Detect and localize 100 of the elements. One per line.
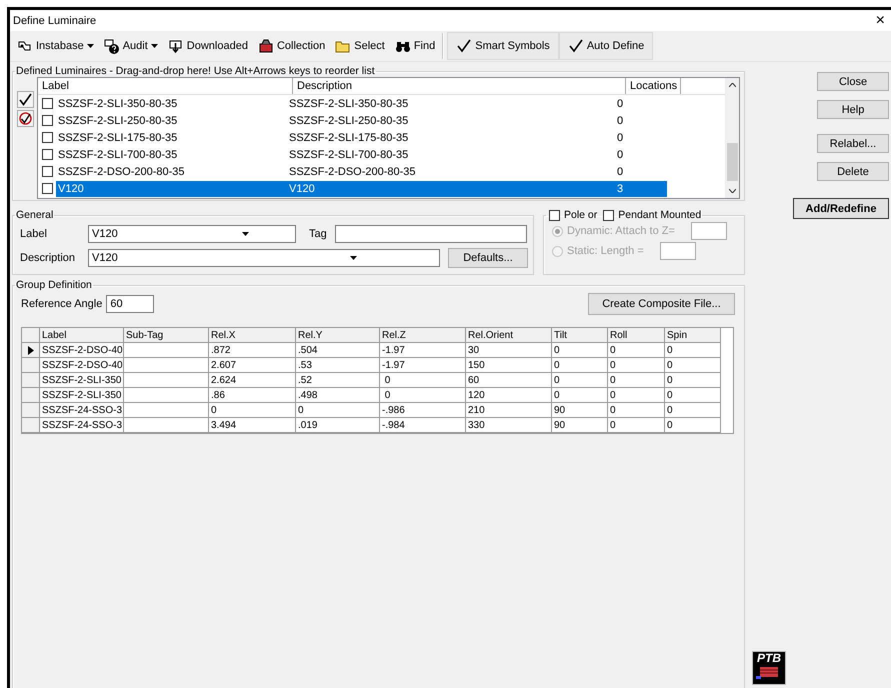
check-button[interactable] [17, 91, 34, 108]
defaults-button[interactable]: Defaults... [448, 248, 528, 268]
table-cell: 0 [665, 373, 721, 388]
table-cell: 0 [209, 403, 296, 418]
dialog-button[interactable]: Add/Redefine [793, 198, 889, 219]
list-cell[interactable]: SSZSF-2-DSO-200-80-35 [289, 164, 617, 180]
table-cell: 30 [466, 343, 552, 358]
dropdown-field[interactable]: V120 [88, 249, 440, 267]
dialog-button[interactable]: Relabel... [817, 134, 889, 153]
column-header[interactable]: Rel.Orient [466, 328, 552, 343]
toolbar-button[interactable]: Downloaded [162, 35, 253, 57]
table-cell: 0 [552, 373, 608, 388]
column-header[interactable]: Label [40, 328, 124, 343]
table-cell: 0 [552, 388, 608, 403]
column-header[interactable]: Sub-Tag [124, 328, 209, 343]
list-cell[interactable]: V120 [289, 180, 617, 196]
field-label: Reference Angle [21, 298, 102, 310]
list-cell[interactable]: SSZSF-2-SLI-175-80-35 [56, 130, 289, 146]
table-cell: .498 [296, 388, 380, 403]
toolbar-button[interactable]: Select [330, 35, 390, 57]
table-cell: 0 [665, 343, 721, 358]
toolbar-button[interactable]: Instabase [12, 35, 99, 57]
column-header[interactable]: Roll [608, 328, 665, 343]
uncheck-button[interactable] [17, 110, 34, 127]
scrollbar[interactable] [725, 78, 739, 198]
checkbox[interactable] [42, 98, 53, 109]
dialog-button[interactable]: Help [817, 100, 889, 119]
checkbox[interactable] [603, 210, 614, 220]
close-button[interactable]: × [876, 12, 885, 28]
no-check-icon [19, 112, 32, 125]
list-cell[interactable]: 0 [617, 96, 667, 112]
dropdown-field[interactable]: V120 [88, 225, 296, 243]
angle-field[interactable]: 60 [106, 295, 154, 313]
list-cell[interactable]: 0 [617, 146, 667, 162]
table-cell: SSZSF-2-DSO-40 [40, 343, 124, 358]
table-cell: -1.97 [380, 358, 466, 373]
tag-field[interactable] [334, 225, 527, 243]
list-cell[interactable]: SSZSF-2-SLI-350-80-35 [289, 96, 617, 112]
table-cell: 0 [608, 373, 665, 388]
table-cell: -.986 [380, 403, 466, 418]
column-header[interactable]: Spin [665, 328, 721, 343]
list-cell[interactable]: V120 [56, 180, 289, 196]
checkbox[interactable] [42, 183, 53, 194]
scroll-thumb[interactable] [727, 143, 738, 181]
column-header[interactable]: Locations [626, 78, 681, 94]
logo-icon[interactable]: PTB [752, 651, 786, 685]
column-header[interactable]: Rel.Y [296, 328, 380, 343]
dialog-button[interactable]: Close [817, 72, 889, 91]
list-cell[interactable]: SSZSF-2-SLI-250-80-35 [289, 112, 617, 128]
row-header[interactable] [22, 343, 40, 358]
checkbox[interactable] [549, 210, 560, 220]
list-cell[interactable]: SSZSF-2-SLI-700-80-35 [56, 146, 289, 162]
checkbox[interactable] [42, 149, 53, 160]
table-cell: SSZSF-2-SLI-350 [40, 388, 124, 403]
toolbox-icon [258, 38, 274, 54]
field-label: Description [19, 252, 76, 264]
table-cell: .86 [209, 388, 296, 403]
list-cell[interactable]: 3 [617, 180, 667, 196]
dialog-button[interactable]: Delete [817, 162, 889, 181]
list-cell[interactable]: 0 [617, 164, 667, 180]
question-icon [104, 38, 120, 54]
list-cell[interactable]: 0 [617, 130, 667, 146]
table-cell: .52 [296, 373, 380, 388]
table-cell: 0 [552, 343, 608, 358]
toolbar-button[interactable]: Audit [98, 35, 163, 57]
table-cell: -1.97 [380, 343, 466, 358]
column-header[interactable]: Label [38, 78, 293, 94]
row-pointer-icon [28, 346, 34, 354]
table-cell: SSZSF-2-DSO-40 [40, 358, 124, 373]
table-cell: SSZSF-24-SSO-3 [40, 403, 124, 418]
composite-file-button[interactable]: Create Composite File... [588, 293, 735, 315]
column-header[interactable]: Tilt [552, 328, 608, 343]
column-header[interactable]: Rel.Z [380, 328, 466, 343]
table-cell: 60 [466, 373, 552, 388]
checkbox[interactable] [42, 132, 53, 143]
table-cell: SSZSF-2-SLI-350 [40, 373, 124, 388]
toolbar-button[interactable]: Collection [252, 35, 330, 57]
column-header[interactable]: Description [293, 78, 626, 94]
table-cell: 2.624 [209, 373, 296, 388]
list-cell[interactable]: SSZSF-2-DSO-200-80-35 [56, 164, 289, 180]
value-field[interactable] [660, 242, 696, 260]
column-header[interactable]: Rel.X [209, 328, 296, 343]
checkbox[interactable] [42, 166, 53, 177]
value-field[interactable] [690, 222, 727, 240]
table-cell: 90 [552, 403, 608, 418]
table-cell: 0 [296, 403, 380, 418]
list-cell[interactable]: SSZSF-2-SLI-350-80-35 [56, 96, 289, 112]
table-cell: .872 [209, 343, 296, 358]
list-cell[interactable]: SSZSF-2-SLI-700-80-35 [289, 146, 617, 162]
list-cell[interactable]: SSZSF-2-SLI-175-80-35 [289, 130, 617, 146]
table-cell: 0 [608, 358, 665, 373]
toolbar-button[interactable]: Find [390, 35, 440, 57]
toolbar-toggle[interactable]: Auto Define [558, 32, 654, 60]
toolbar-toggle[interactable]: Smart Symbols [447, 32, 559, 60]
list-cell[interactable]: 0 [617, 112, 667, 128]
list-cell[interactable]: SSZSF-2-SLI-250-80-35 [56, 112, 289, 128]
checkbox[interactable] [42, 115, 53, 126]
table-cell: 90 [552, 418, 608, 433]
caret-icon [150, 44, 158, 48]
group-title: Defined Luminaires - Drag-and-drop here! Use Alt+Arrows keys to reorder list [15, 65, 376, 77]
